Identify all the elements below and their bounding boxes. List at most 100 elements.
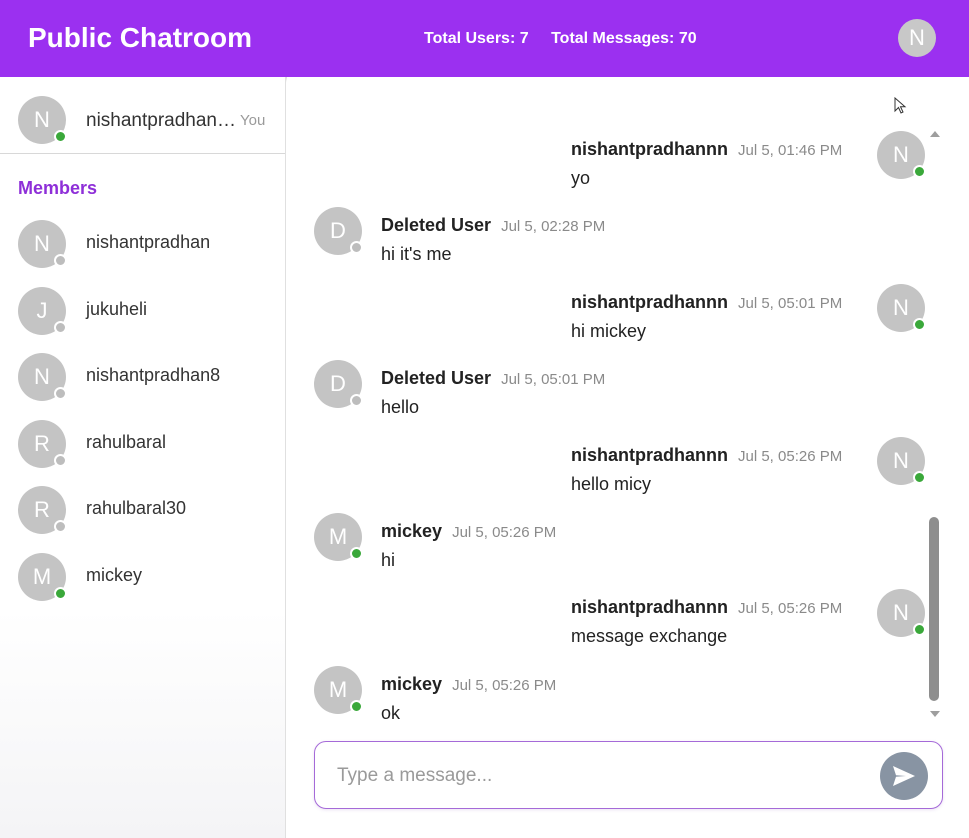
member-name: nishantpradhan (86, 232, 211, 252)
avatar: N (877, 131, 926, 179)
offline-status-dot (54, 254, 67, 267)
message-meta: nishantpradhannn Jul 5, 05:26 PM (571, 445, 842, 466)
send-icon (893, 766, 915, 786)
message-text: hello (381, 397, 420, 418)
message-composer (314, 741, 943, 809)
member-name: rahulbaral (86, 431, 167, 452)
message-item: Nnishantpradhannn Jul 5, 01:46 PM yo (287, 131, 927, 201)
mouse-pointer-icon (894, 97, 907, 114)
message-meta: nishantpradhannn Jul 5, 05:26 PM (571, 597, 842, 618)
message-author: nishantpradhannn (571, 597, 728, 618)
current-user: N nishantpradhannn You (0, 77, 285, 154)
message-text: hi (381, 550, 396, 570)
message-text: hi mickey (571, 320, 647, 341)
message-meta: Deleted User Jul 5, 02:28 PM (381, 215, 605, 236)
message-text: yo (571, 168, 591, 188)
offline-status-dot (54, 520, 67, 534)
avatar: D (314, 207, 363, 256)
member-name: mickey (86, 565, 143, 585)
avatar: R (18, 419, 67, 468)
message-author: nishantpradhannn (571, 139, 728, 159)
message-item: D Deleted User Jul 5, 02:28 PM hi it's me (287, 207, 927, 277)
header-stats: Total Users: 7 Total Messages: 70 (424, 30, 715, 48)
member-name: nishantpradhan8 (86, 365, 221, 386)
you-label: You (240, 112, 266, 129)
online-status-dot (913, 470, 926, 484)
message-text: hi it's me (381, 244, 452, 265)
avatar: N (18, 353, 67, 402)
message-item: Nnishantpradhannn Jul 5, 05:01 PM hi micke… (287, 283, 927, 354)
message-scrollbar[interactable] (927, 131, 941, 717)
scroll-up-arrow-icon[interactable] (930, 131, 940, 137)
message-meta: mickey Jul 5, 05:26 PM (381, 674, 556, 695)
avatar-initial: N (34, 231, 50, 256)
member-item[interactable]: Nnishantpradhan8 (0, 353, 286, 413)
app-header: Public Chatroom Total Users: 7 Total Mes… (0, 0, 969, 77)
message-item: D Deleted User Jul 5, 05:01 PM hello (287, 360, 927, 430)
scrollbar-thumb[interactable] (929, 517, 939, 701)
member-item[interactable]: Rrahulbaral (0, 419, 286, 480)
member-name: jukuheli (86, 298, 148, 319)
total-messages-stat: Total Messages: 70 (551, 30, 697, 47)
members-heading: Members (18, 178, 98, 198)
message-author: nishantpradhannn (571, 291, 728, 312)
header-avatar[interactable]: N (898, 19, 936, 57)
message-meta: nishantpradhannn Jul 5, 01:46 PM (571, 139, 842, 160)
avatar-initial: M (328, 524, 348, 549)
member-item[interactable]: Nnishantpradhan (0, 220, 286, 280)
avatar: N (18, 96, 67, 144)
member-item[interactable]: Rrahulbaral30 (0, 486, 286, 546)
message-item: Mmickey Jul 5, 05:26 PM hi (287, 513, 927, 583)
online-status-dot (913, 165, 926, 178)
avatar: N (877, 589, 926, 638)
avatar-initial: N (34, 107, 50, 132)
message-meta: Deleted User Jul 5, 05:01 PM (381, 368, 605, 389)
avatar: N (877, 436, 926, 485)
message-item: Nnishantpradhannn Jul 5, 05:26 PM hello mi… (287, 436, 927, 507)
message-text: message exchange (571, 626, 728, 647)
message-author: Deleted User (381, 215, 492, 236)
avatar: M (314, 513, 363, 561)
offline-status-dot (350, 394, 363, 408)
message-author: mickey (381, 521, 443, 541)
avatar-initial: D (330, 218, 346, 244)
message-text: ok (381, 702, 401, 723)
avatar: J (18, 286, 67, 335)
online-status-dot (54, 130, 67, 143)
avatar: R (18, 486, 67, 535)
avatar: N (18, 220, 67, 268)
message-text: hello micy (571, 473, 652, 494)
avatar-initial: N (34, 364, 50, 390)
sidebar: N nishantpradhannn You Members Nnishantp… (0, 77, 286, 838)
avatar: N (877, 283, 926, 332)
member-item[interactable]: Mmickey (0, 553, 286, 613)
member-name: rahulbaral30 (86, 498, 187, 519)
message-timestamp: Jul 5, 01:46 PM (738, 142, 843, 159)
offline-status-dot (54, 453, 67, 467)
message-input[interactable] (337, 762, 857, 790)
avatar-initial: N (893, 600, 909, 626)
message-timestamp: Jul 5, 05:01 PM (738, 294, 843, 312)
avatar-initial: R (34, 430, 50, 456)
send-button[interactable] (880, 752, 928, 800)
avatar-initial: N (893, 294, 909, 320)
avatar-initial: M (32, 564, 52, 589)
total-users-stat: Total Users: 7 (424, 30, 529, 47)
avatar-initial: M (328, 676, 348, 702)
offline-status-dot (54, 320, 67, 334)
avatar-initial: N (893, 447, 909, 473)
current-user-name: nishantpradhannn (86, 110, 238, 131)
online-status-dot (350, 699, 363, 713)
avatar: M (18, 553, 67, 601)
page-title: Public Chatroom (28, 22, 253, 53)
message-timestamp: Jul 5, 05:26 PM (738, 600, 843, 618)
avatar: D (314, 360, 363, 409)
avatar-initial: R (34, 497, 50, 523)
message-timestamp: Jul 5, 05:26 PM (738, 447, 843, 465)
scroll-down-arrow-icon[interactable] (930, 711, 940, 717)
message-meta: nishantpradhannn Jul 5, 05:01 PM (571, 292, 842, 313)
member-item[interactable]: Jjukuheli (0, 286, 286, 347)
avatar-initial: D (330, 371, 346, 397)
message-timestamp: Jul 5, 05:01 PM (501, 371, 606, 389)
avatar-initial: N (893, 142, 909, 167)
